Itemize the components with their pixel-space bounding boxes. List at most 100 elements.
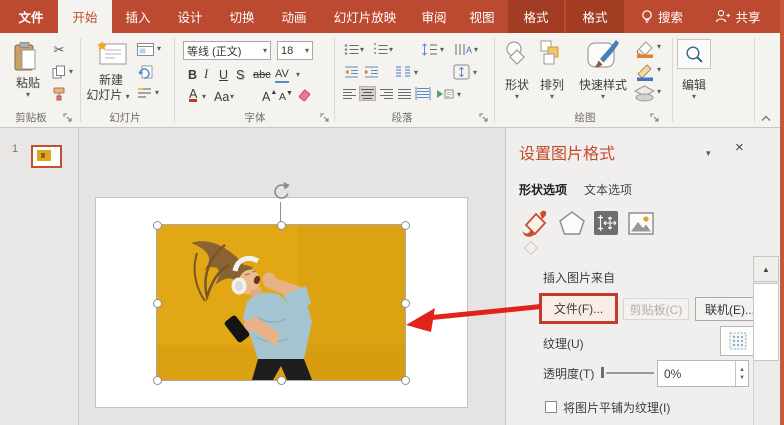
paragraph-dialog-launcher-icon[interactable] [479,113,489,123]
drawing-dialog-launcher-icon[interactable] [650,113,660,123]
pane-scrollbar-up-button[interactable]: ▲ [753,256,779,282]
change-case-dropdown-icon[interactable]: ▾ [230,93,234,101]
tell-me-search[interactable]: 搜索 [630,0,694,33]
smartart-dropdown-icon[interactable]: ▾ [457,91,461,99]
shape-effects-dropdown-icon[interactable]: ▾ [657,88,661,96]
section-dropdown-icon[interactable]: ▾ [155,89,159,97]
handle-top-mid[interactable] [277,221,286,230]
tab-review[interactable]: 审阅 [410,0,458,33]
tab-home[interactable]: 开始 [58,0,112,33]
change-case-button[interactable]: Aa [214,88,229,105]
tab-animations[interactable]: 动画 [268,0,320,33]
shrink-font-button[interactable]: A▼ [279,88,293,105]
grow-font-button[interactable]: A▲ [262,88,277,105]
fill-line-icon[interactable] [518,207,550,239]
texture-picker-button[interactable] [720,326,756,356]
font-dialog-launcher-icon[interactable] [320,113,330,123]
cut-button[interactable]: ✂ [50,41,68,58]
strikethrough-button[interactable]: abc [253,66,271,83]
spinner-down-icon[interactable]: ▼ [739,375,745,381]
effects-pentagon-icon[interactable] [558,209,586,237]
columns-button[interactable] [394,64,412,79]
tile-checkbox[interactable] [545,401,557,413]
text-shadow-button[interactable]: S [236,66,244,83]
character-spacing-dropdown-icon[interactable]: ▾ [296,71,300,79]
handle-bottom-mid[interactable] [277,376,286,385]
bold-button[interactable]: B [188,66,197,83]
font-size-select[interactable]: 18 ▾ [277,41,313,60]
align-text-button[interactable] [451,63,471,80]
handle-top-left[interactable] [153,221,162,230]
font-family-select[interactable]: 等线 (正文) ▾ [183,41,271,60]
reset-button[interactable] [136,64,154,80]
transparency-slider-track[interactable] [606,372,654,374]
handle-bottom-right[interactable] [401,376,410,385]
collapse-ribbon-icon[interactable] [760,114,772,122]
format-painter-button[interactable] [50,86,68,103]
character-spacing-button[interactable]: AV [275,66,289,83]
shape-fill-dropdown-icon[interactable]: ▾ [657,43,661,51]
text-direction-button[interactable]: A [453,41,473,57]
rotation-handle-icon[interactable] [271,181,291,201]
clear-formatting-button[interactable] [296,88,312,104]
text-direction-dropdown-icon[interactable]: ▾ [474,46,478,54]
line-spacing-button[interactable] [420,41,438,57]
tab-slideshow[interactable]: 幻灯片放映 [320,0,410,33]
shape-outline-dropdown-icon[interactable]: ▾ [657,66,661,74]
tab-text-options[interactable]: 文本选项 [584,181,632,198]
tab-view[interactable]: 视图 [458,0,506,33]
transparency-input[interactable]: 0% ▲ ▼ [657,360,749,387]
align-right-button[interactable] [378,86,395,101]
tab-design[interactable]: 设计 [164,0,216,33]
shape-effects-button[interactable] [633,84,655,102]
layout-dropdown-icon[interactable]: ▾ [157,45,161,53]
pane-scrollbar-thumb[interactable] [753,283,779,361]
handle-bottom-left[interactable] [153,376,162,385]
tab-transitions[interactable]: 切换 [216,0,268,33]
transparency-spinner[interactable]: ▲ ▼ [735,361,748,386]
numbering-button[interactable] [372,42,388,56]
pane-close-icon[interactable]: × [735,139,744,156]
handle-mid-left[interactable] [153,299,162,308]
underline-button[interactable]: U [219,66,228,83]
pane-options-dropdown-icon[interactable]: ▾ [706,149,711,158]
tab-insert[interactable]: 插入 [112,0,164,33]
font-color-dropdown-icon[interactable]: ▾ [202,93,206,101]
italic-button[interactable]: I [204,66,208,83]
tab-file[interactable]: 文件 [6,0,56,33]
align-center-button[interactable] [359,86,376,101]
size-properties-icon[interactable] [594,211,618,235]
tab-format-drawing-tools[interactable]: 格式 [566,0,624,33]
inserted-picture[interactable] [157,225,405,380]
font-color-button[interactable]: A [189,88,197,102]
handle-top-right[interactable] [401,221,410,230]
bullets-dropdown-icon[interactable]: ▾ [360,46,364,54]
copy-dropdown-icon[interactable]: ▾ [69,68,73,76]
line-spacing-dropdown-icon[interactable]: ▾ [440,46,444,54]
file-button[interactable]: 文件(F)... [554,300,603,317]
tab-format-picture-tools[interactable]: 格式 [508,0,564,33]
handle-mid-right[interactable] [401,299,410,308]
columns-dropdown-icon[interactable]: ▾ [414,69,418,77]
distribute-button[interactable] [414,86,431,101]
tab-shape-options[interactable]: 形状选项 [519,181,567,198]
align-left-button[interactable] [341,86,358,101]
convert-smartart-button[interactable] [435,86,455,102]
clipboard-dialog-launcher-icon[interactable] [63,113,73,123]
spinner-up-icon[interactable]: ▲ [739,367,745,373]
bullets-button[interactable] [343,42,359,56]
justify-button[interactable] [396,86,413,101]
align-text-dropdown-icon[interactable]: ▾ [473,69,477,77]
increase-indent-button[interactable] [363,64,380,79]
numbering-dropdown-icon[interactable]: ▾ [389,46,393,54]
file-button-highlight[interactable]: 文件(F)... [539,293,618,324]
copy-button[interactable] [50,64,68,80]
shape-outline-button[interactable] [633,61,655,81]
share-button[interactable]: 共享 [706,0,770,33]
paste-dropdown-icon[interactable]: ▾ [20,91,36,99]
slide-thumbnail[interactable] [31,145,62,168]
layout-button[interactable] [136,42,154,56]
decrease-indent-button[interactable] [343,64,360,79]
shape-fill-button[interactable] [633,38,655,58]
transparency-slider-handle[interactable] [601,367,604,378]
